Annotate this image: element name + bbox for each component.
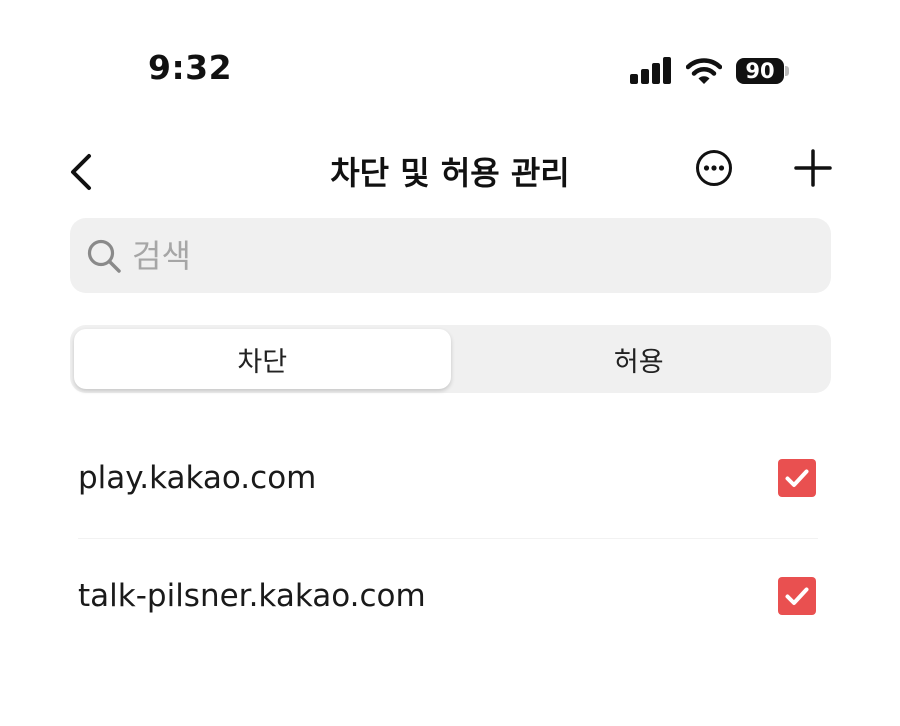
page-title: 차단 및 허용 관리 [330, 154, 570, 192]
search-input[interactable] [132, 236, 792, 275]
checkmark-icon [785, 469, 809, 487]
list-item[interactable]: talk-pilsner.kakao.com [78, 566, 818, 626]
wifi-icon [686, 58, 722, 84]
domain-label: talk-pilsner.kakao.com [78, 578, 426, 614]
search-bar[interactable] [70, 218, 831, 293]
tab-block[interactable]: 차단 [74, 329, 451, 389]
list-item[interactable]: play.kakao.com [78, 448, 818, 508]
status-time: 9:32 [148, 48, 233, 87]
checkbox[interactable] [778, 459, 816, 497]
domain-label: play.kakao.com [78, 460, 317, 496]
battery-level: 90 [736, 58, 784, 84]
search-icon [87, 239, 121, 273]
more-options-button[interactable] [694, 148, 734, 188]
checkmark-icon [785, 587, 809, 605]
segmented-control: 차단 허용 [70, 325, 831, 393]
status-icons: 90 [630, 52, 789, 90]
divider [78, 538, 818, 539]
add-button[interactable] [793, 148, 833, 188]
tab-allow[interactable]: 허용 [451, 329, 828, 389]
signal-icon [630, 56, 672, 86]
more-horizontal-circle-icon [696, 150, 732, 186]
battery-icon: 90 [736, 56, 789, 86]
checkbox[interactable] [778, 577, 816, 615]
plus-icon [794, 149, 832, 187]
